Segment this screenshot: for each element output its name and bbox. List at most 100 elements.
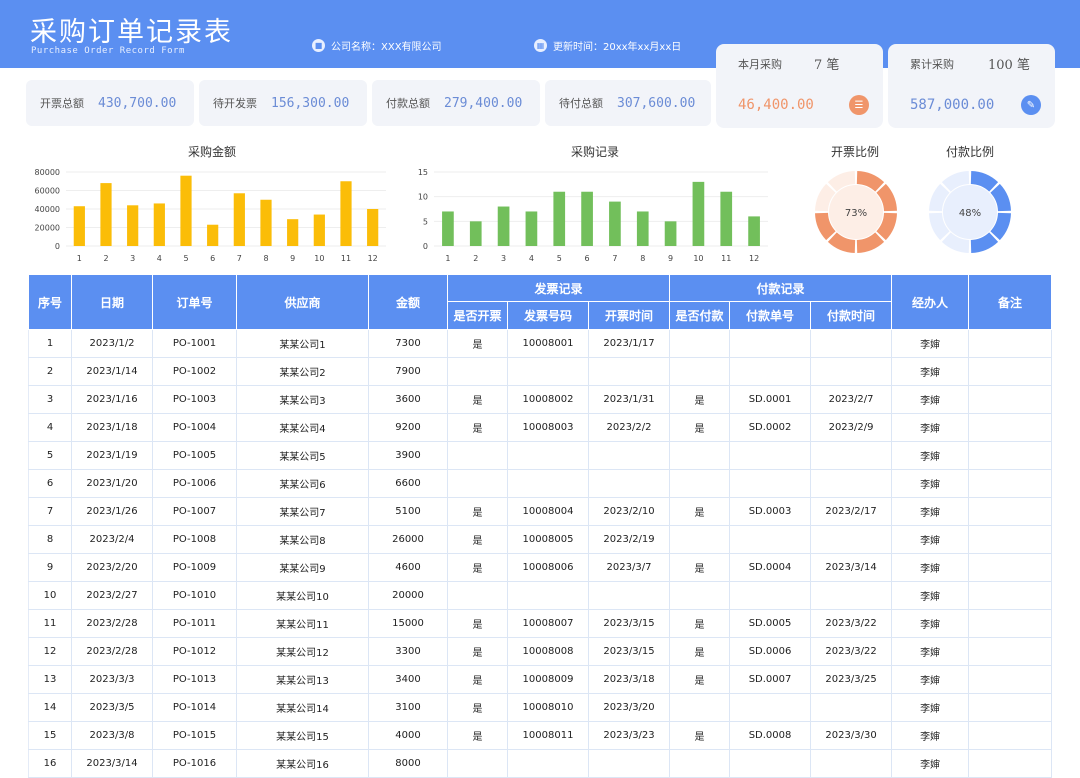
header-seq: 序号 [28, 274, 72, 330]
cell-invoice-time: 2023/3/18 [587, 665, 671, 694]
monthly-count: 7 笔 [814, 58, 840, 73]
kpi-payment-total: 付款总额 279,400.00 [372, 80, 540, 126]
table-row: 7 2023/1/26 PO-1007 某某公司7 5100 是 10008004 2023/… [28, 497, 1053, 526]
header-supplier: 供应商 [236, 274, 369, 330]
cell-order: PO-1013 [152, 665, 237, 694]
cell-pay-time [810, 581, 893, 610]
cell-seq: 1 [28, 329, 72, 358]
cell-handler: 李婶 [891, 497, 970, 526]
cell-seq: 5 [28, 441, 72, 470]
order-table: 序号 日期 订单号 供应商 金额 发票记录 付款记录 经办人 备注 是否开票 发… [28, 274, 1053, 778]
bar [636, 211, 649, 246]
cumulative-label: 累计采购 [910, 58, 954, 71]
cell-note [968, 329, 1053, 358]
cell-invoice-no: 10008006 [507, 553, 589, 582]
bar [720, 191, 733, 246]
amount-chart-title: 采购金额 [188, 145, 237, 159]
x-tick-label: 5 [557, 254, 562, 263]
cell-supplier: 某某公司10 [236, 581, 369, 610]
x-tick-label: 9 [290, 254, 295, 263]
cell-supplier: 某某公司11 [236, 609, 369, 638]
cell-handler: 李婶 [891, 329, 970, 358]
cell-note [968, 553, 1053, 582]
cell-order: PO-1014 [152, 693, 237, 722]
cell-pay-time [810, 329, 893, 358]
x-tick-label: 1 [445, 254, 450, 263]
count-chart-title: 采购记录 [571, 145, 620, 159]
table-row: 13 2023/3/3 PO-1013 某某公司13 3400 是 10008009 2023… [28, 665, 1053, 694]
cell-date: 2023/3/8 [71, 721, 153, 750]
cell-note [968, 357, 1053, 386]
cell-amount: 8000 [368, 749, 448, 778]
cell-invoiced [447, 441, 508, 470]
header-invoice-group: 发票记录 [446, 274, 671, 302]
table-row: 11 2023/2/28 PO-1011 某某公司11 15000 是 10008007 20… [28, 609, 1053, 638]
bar [525, 211, 538, 246]
x-tick-label: 11 [721, 254, 731, 263]
cell-pay-no [729, 441, 812, 470]
cell-handler: 李婶 [891, 693, 970, 722]
cell-order: PO-1006 [152, 469, 237, 498]
cell-invoice-time: 2023/3/23 [587, 721, 671, 750]
cell-note [968, 637, 1053, 666]
cell-supplier: 某某公司4 [236, 413, 369, 442]
cell-invoice-no [507, 357, 589, 386]
cell-note [968, 581, 1053, 610]
cell-amount: 20000 [368, 581, 448, 610]
kpi-value: 430,700.00 [98, 95, 177, 111]
edit-icon: ✎ [1021, 95, 1041, 115]
kpi-value: 307,600.00 [617, 95, 696, 111]
invoice-ratio-title: 开票比例 [831, 145, 880, 159]
x-tick-label: 3 [501, 254, 506, 263]
cell-seq: 7 [28, 497, 72, 526]
header-invoice-time: 开票时间 [587, 301, 671, 330]
cell-amount: 26000 [368, 525, 448, 554]
cell-supplier: 某某公司16 [236, 749, 369, 778]
cell-invoice-no [507, 441, 589, 470]
x-tick-label: 4 [529, 254, 534, 263]
cell-seq: 8 [28, 525, 72, 554]
bar [748, 216, 760, 246]
x-tick-label: 12 [749, 254, 759, 263]
cell-paid [669, 525, 731, 554]
bar [153, 203, 165, 246]
cell-pay-no [729, 581, 812, 610]
cell-pay-time [810, 441, 893, 470]
bar [581, 191, 593, 246]
cell-order: PO-1012 [152, 637, 237, 666]
cell-date: 2023/2/27 [71, 581, 153, 610]
cell-seq: 9 [28, 553, 72, 582]
cell-order: PO-1007 [152, 497, 237, 526]
cell-order: PO-1002 [152, 357, 237, 386]
monthly-amount: 46,400.00 [738, 97, 814, 113]
cell-invoiced: 是 [447, 721, 508, 750]
cell-pay-no [729, 525, 812, 554]
cell-note [968, 609, 1053, 638]
cell-note [968, 693, 1053, 722]
bar [207, 224, 219, 246]
y-tick-label: 80000 [35, 168, 60, 177]
table-row: 6 2023/1/20 PO-1006 某某公司6 6600 李婶 [28, 469, 1053, 498]
page-title: 采购订单记录表 [30, 17, 233, 48]
cell-note [968, 441, 1053, 470]
y-tick-label: 60000 [35, 187, 60, 196]
cell-seq: 3 [28, 385, 72, 414]
cell-handler: 李婶 [891, 553, 970, 582]
table-row: 15 2023/3/8 PO-1015 某某公司15 4000 是 10008011 2023… [28, 721, 1053, 750]
x-tick-label: 9 [668, 254, 673, 263]
cell-invoice-no: 10008003 [507, 413, 589, 442]
invoice-ratio-donut: 73% [815, 171, 897, 253]
cell-date: 2023/3/3 [71, 665, 153, 694]
cell-supplier: 某某公司12 [236, 637, 369, 666]
cell-paid [669, 749, 731, 778]
cell-seq: 15 [28, 721, 72, 750]
cell-pay-time: 2023/3/25 [810, 665, 893, 694]
cell-invoice-no: 10008008 [507, 637, 589, 666]
cell-handler: 李婶 [891, 749, 970, 778]
cell-invoiced: 是 [447, 329, 508, 358]
cell-pay-time [810, 525, 893, 554]
page-subtitle: Purchase Order Record Form [31, 46, 185, 56]
cell-pay-no [729, 357, 812, 386]
x-tick-label: 5 [183, 254, 188, 263]
cell-amount: 5100 [368, 497, 448, 526]
